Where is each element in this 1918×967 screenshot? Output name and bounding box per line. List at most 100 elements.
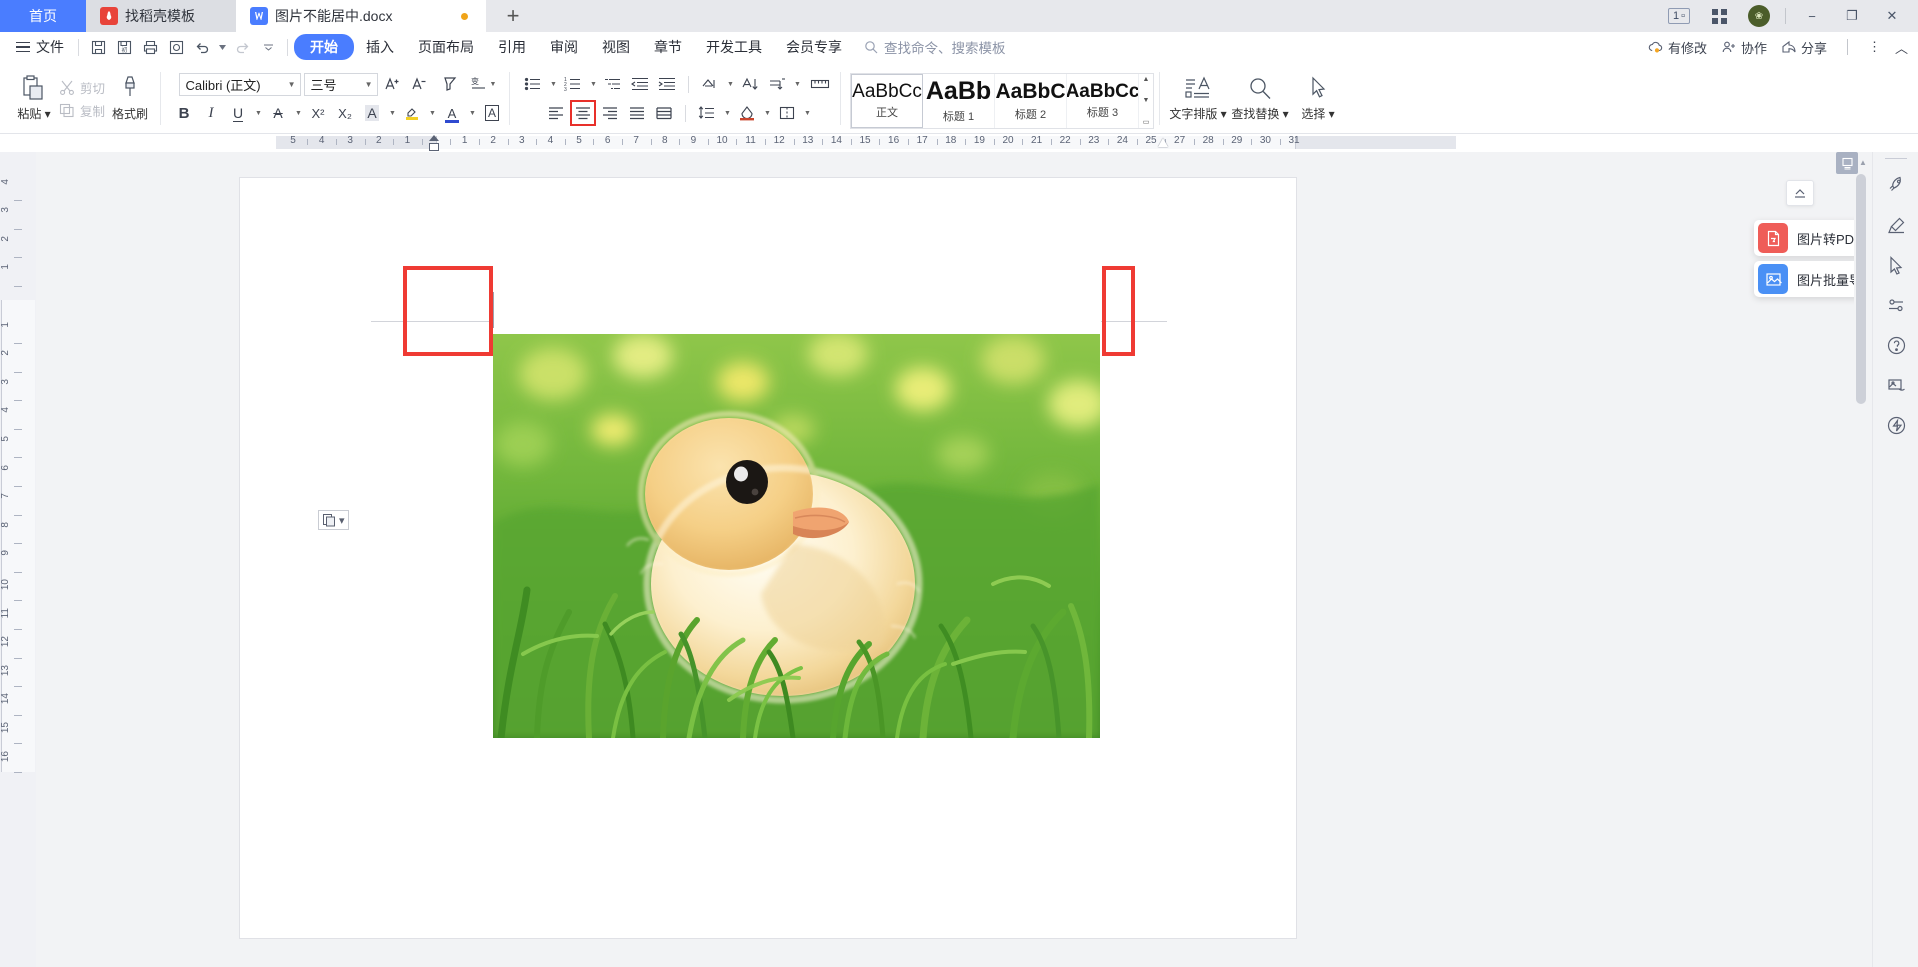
home-tab[interactable]: 首页 [0, 0, 86, 32]
minimize-button[interactable]: − [1792, 0, 1832, 32]
underline-button[interactable]: U [226, 101, 250, 125]
shading-caret-icon[interactable]: ▼ [387, 101, 397, 125]
line-spacing-icon[interactable] [695, 101, 719, 125]
select-button[interactable]: 选择 ▾ [1291, 68, 1345, 130]
style-heading-1[interactable]: AaBb 标题 1 [923, 74, 996, 128]
font-color-caret-icon[interactable]: ▼ [467, 101, 477, 125]
style-gallery-scroll[interactable]: ▲ ▼ ▭ [1139, 74, 1153, 128]
font-family-select[interactable]: Calibri (正文) ▼ [178, 72, 301, 96]
select-browse-object-button[interactable] [1836, 152, 1858, 174]
subscript-button[interactable]: X₂ [333, 101, 357, 125]
cloud-status-button[interactable]: 有修改 [1648, 38, 1707, 57]
scroll-up-icon[interactable]: ▲ [1856, 158, 1870, 167]
maximize-button[interactable]: ❐ [1832, 0, 1872, 32]
undo-icon[interactable] [189, 34, 215, 60]
pinyin-guide-icon[interactable]: 变 ▼ [468, 72, 498, 96]
undo-dropdown-caret[interactable] [215, 34, 229, 60]
rocket-icon[interactable] [1873, 165, 1918, 205]
lightning-icon[interactable] [1873, 405, 1918, 445]
document-page[interactable]: ▾ [240, 178, 1296, 938]
ribbon-tab-page-layout[interactable]: 页面布局 [406, 34, 486, 60]
text-direction-caret-icon[interactable]: ▼ [725, 72, 735, 96]
decrease-indent-icon[interactable] [628, 72, 652, 96]
panel-collapse-button[interactable] [1786, 180, 1814, 206]
image-tools-icon[interactable] [1873, 365, 1918, 405]
ruler-track[interactable]: 5 4 3 2 1 1 2 3 4 5 6 7 8 9 10 11 12 13 14 15 16 17 18 19 20 21 22… [36, 134, 1918, 152]
page-count-indicator[interactable]: 1 ▫ [1659, 0, 1699, 32]
font-color-button[interactable]: A [440, 101, 464, 125]
line-spacing-caret-icon[interactable]: ▼ [722, 101, 732, 125]
text-direction-icon[interactable] [698, 72, 722, 96]
apps-grid-button[interactable] [1699, 0, 1739, 32]
character-shading-button[interactable]: A [360, 101, 384, 125]
bold-button[interactable]: B [172, 101, 196, 125]
copy-button[interactable]: 复制 [59, 101, 105, 120]
show-marks-icon[interactable] [765, 72, 789, 96]
style-normal[interactable]: AaBbCc 正文 [851, 74, 924, 128]
print-preview-icon[interactable] [163, 34, 189, 60]
numbered-list-icon[interactable]: 123 [561, 72, 585, 96]
text-layout-button[interactable]: 文字排版 ▾ [1167, 68, 1229, 130]
ribbon-tab-member[interactable]: 会员专享 [774, 34, 854, 60]
clear-formatting-icon[interactable] [435, 72, 465, 96]
ribbon-tab-view[interactable]: 视图 [590, 34, 642, 60]
brush-icon[interactable] [1873, 205, 1918, 245]
cursor-icon[interactable] [1873, 245, 1918, 285]
strikethrough-button[interactable]: A [266, 101, 290, 125]
right-indent-marker[interactable] [1158, 138, 1168, 147]
sort-icon[interactable] [738, 72, 762, 96]
ribbon-tab-start[interactable]: 开始 [294, 34, 354, 60]
ribbon-tab-section[interactable]: 章节 [642, 34, 694, 60]
bullet-caret-icon[interactable]: ▼ [548, 72, 558, 96]
print-icon[interactable] [137, 34, 163, 60]
style-heading-2[interactable]: AaBbC 标题 2 [995, 74, 1068, 128]
ribbon-tab-insert[interactable]: 插入 [354, 34, 406, 60]
scroll-down-icon[interactable]: ▼ [1143, 97, 1150, 104]
vertical-scrollbar[interactable]: ▲ [1854, 152, 1872, 967]
ribbon-tab-developer[interactable]: 开发工具 [694, 34, 774, 60]
distribute-icon[interactable] [652, 101, 676, 125]
inserted-image[interactable] [493, 334, 1100, 738]
align-center-icon[interactable] [570, 100, 597, 126]
show-marks-caret-icon[interactable]: ▼ [792, 72, 802, 96]
left-indent-marker[interactable] [429, 143, 439, 151]
align-right-icon[interactable] [598, 101, 622, 125]
help-icon[interactable] [1873, 325, 1918, 365]
decrease-font-size-icon[interactable] [408, 72, 432, 96]
user-avatar-button[interactable]: ❀ [1739, 0, 1779, 32]
bullet-list-icon[interactable] [521, 72, 545, 96]
close-button[interactable]: ✕ [1872, 0, 1912, 32]
increase-indent-icon[interactable] [655, 72, 679, 96]
borders-icon[interactable] [775, 101, 799, 125]
italic-button[interactable]: I [199, 101, 223, 125]
document-tab-current[interactable]: 图片不能居中.docx [236, 0, 486, 32]
more-options-button[interactable]: ⋮ [1868, 39, 1881, 55]
sliders-icon[interactable] [1873, 285, 1918, 325]
cut-button[interactable]: 剪切 [59, 78, 105, 97]
collaborate-button[interactable]: 协作 [1721, 38, 1767, 57]
highlight-caret-icon[interactable]: ▼ [427, 101, 437, 125]
document-tab-templates[interactable]: 找稻壳模板 [86, 0, 236, 32]
underline-caret-icon[interactable]: ▼ [253, 101, 263, 125]
ribbon-tab-references[interactable]: 引用 [486, 34, 538, 60]
style-more-icon[interactable]: ▭ [1143, 118, 1150, 126]
collapse-ribbon-button[interactable]: ︿ [1895, 38, 1908, 57]
scroll-up-icon[interactable]: ▲ [1143, 76, 1150, 83]
scrollbar-thumb[interactable] [1856, 174, 1866, 404]
share-button[interactable]: 分享 [1781, 38, 1827, 57]
increase-font-size-icon[interactable] [381, 72, 405, 96]
superscript-button[interactable]: X² [306, 101, 330, 125]
justify-icon[interactable] [625, 101, 649, 125]
shading-caret-icon[interactable]: ▼ [762, 101, 772, 125]
strikethrough-caret-icon[interactable]: ▼ [293, 101, 303, 125]
font-size-select[interactable]: 三号 ▼ [303, 72, 378, 96]
horizontal-ruler[interactable]: 5 4 3 2 1 1 2 3 4 5 6 7 8 9 10 11 12 13 14 15 16 17 18 19 20 21 22… [0, 134, 1918, 152]
new-tab-button[interactable]: + [486, 0, 540, 32]
ruler-toggle-icon[interactable] [805, 72, 835, 96]
paste-options-button[interactable]: ▾ [318, 510, 349, 530]
align-left-icon[interactable] [544, 101, 568, 125]
numbering-caret-icon[interactable]: ▼ [588, 72, 598, 96]
style-heading-3[interactable]: AaBbCc 标题 3 [1067, 74, 1140, 128]
format-painter-button[interactable]: 格式刷 [105, 68, 155, 130]
redo-icon[interactable] [229, 34, 255, 60]
